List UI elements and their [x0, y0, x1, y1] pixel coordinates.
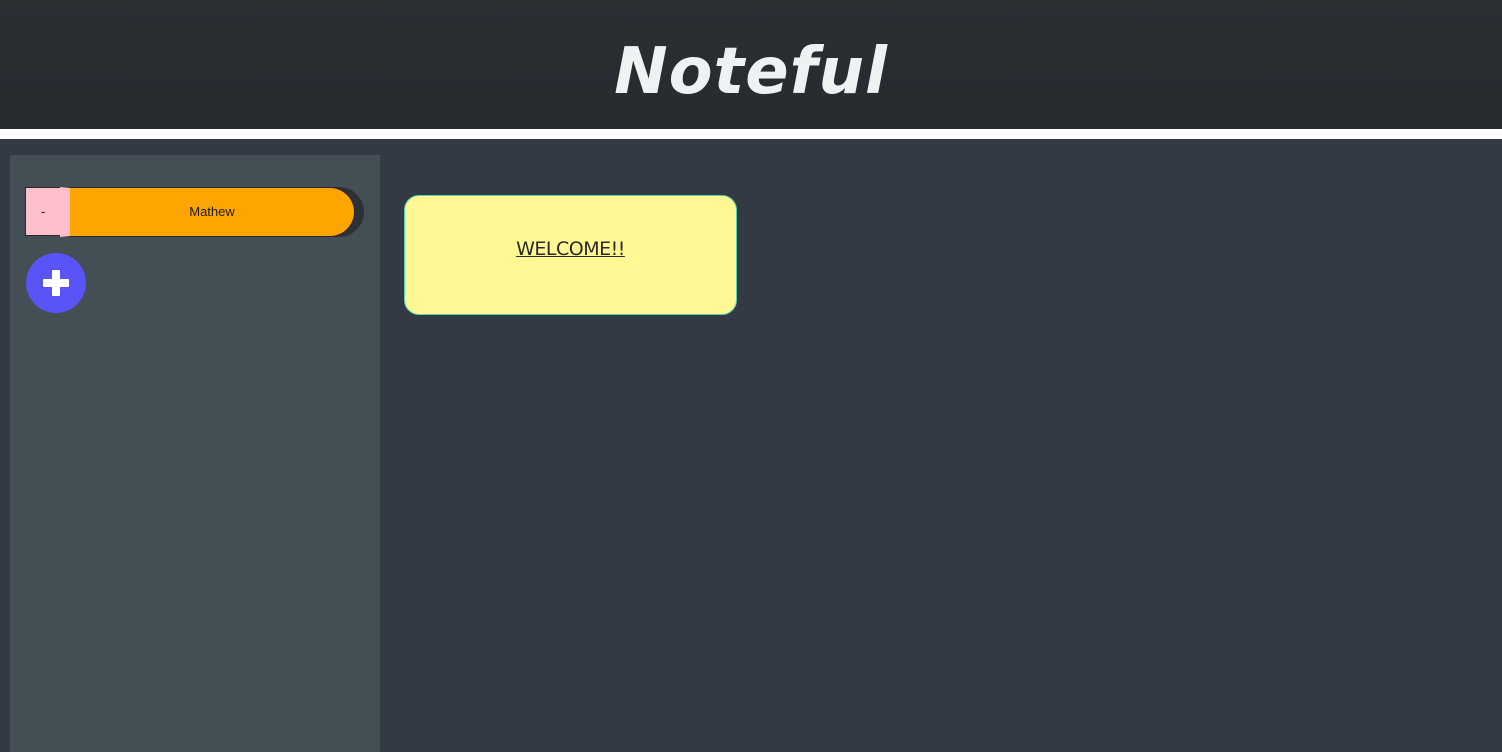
folder-link-mathew[interactable]: Mathew	[60, 187, 355, 237]
add-folder-button[interactable]	[26, 253, 86, 313]
app-header: Noteful	[0, 0, 1502, 129]
folder-list-item: - Mathew	[25, 187, 364, 237]
header-divider	[0, 129, 1502, 139]
welcome-link[interactable]: WELCOME!!	[405, 238, 736, 260]
plus-icon	[26, 253, 86, 313]
sidebar	[10, 155, 380, 752]
app-title[interactable]: Noteful	[0, 36, 1502, 108]
welcome-card: WELCOME!!	[404, 195, 737, 315]
